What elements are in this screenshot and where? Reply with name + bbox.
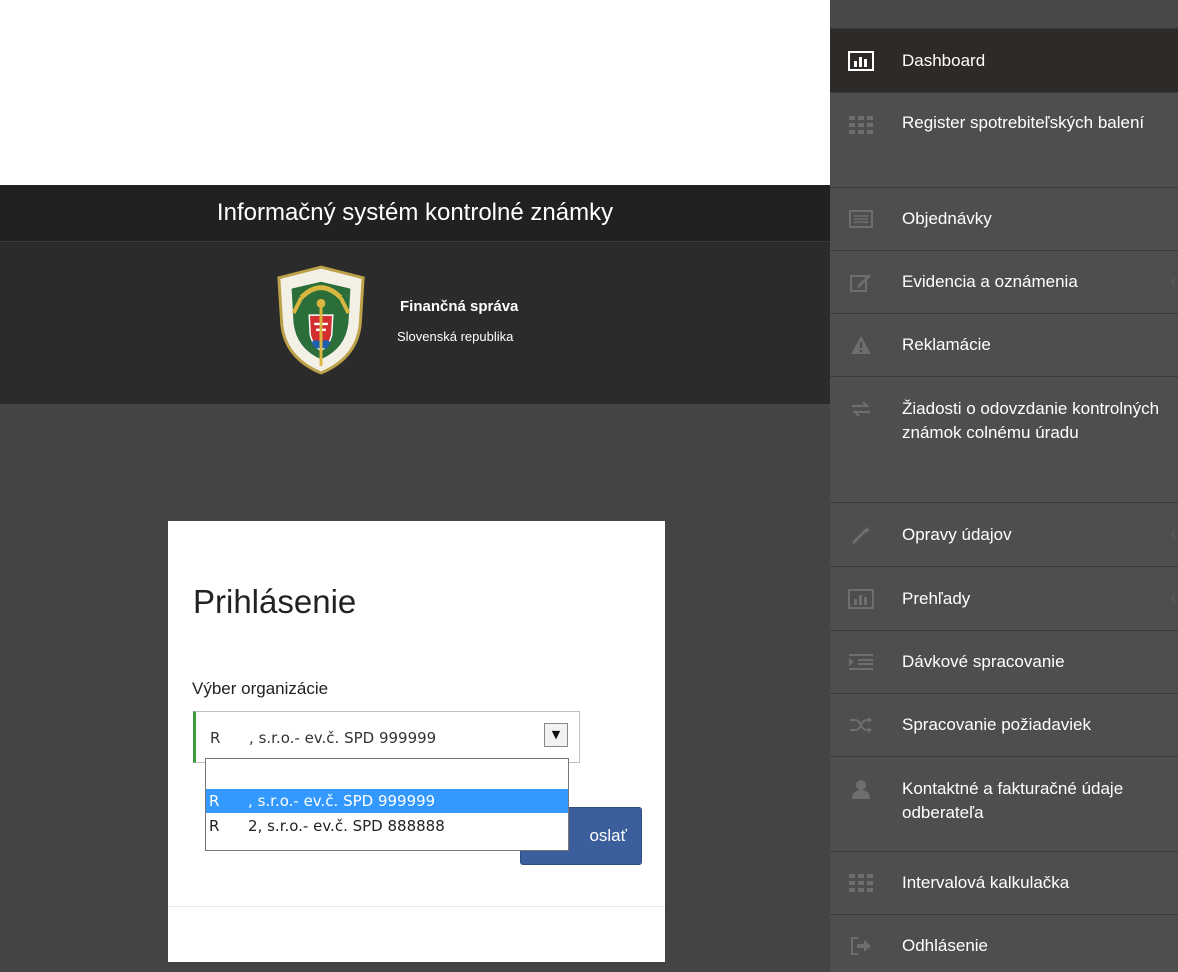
dropdown-option-empty[interactable] bbox=[206, 761, 568, 785]
indent-list-icon bbox=[846, 650, 876, 674]
edit-icon bbox=[846, 270, 876, 294]
sidebar-item-label: Prehľady bbox=[902, 589, 971, 608]
sidebar-item-register[interactable]: Register spotrebiteľských balení bbox=[830, 92, 1178, 187]
sidebar-item-orders[interactable]: Objednávky bbox=[830, 187, 1178, 250]
list-icon bbox=[846, 207, 876, 231]
sidebar-item-label: Spracovanie požiadaviek bbox=[902, 715, 1092, 734]
sidebar-item-request-processing[interactable]: Spracovanie požiadaviek bbox=[830, 693, 1178, 756]
organization-name: Finančná správa bbox=[400, 298, 519, 315]
sidebar-item-evidence[interactable]: Evidencia a oznámenia ‹ bbox=[830, 250, 1178, 313]
chevron-left-icon: ‹ bbox=[1170, 271, 1176, 290]
bar-chart-icon bbox=[846, 587, 876, 611]
sidebar-item-label: Intervalová kalkulačka bbox=[902, 873, 1070, 892]
bar-chart-icon bbox=[846, 49, 876, 73]
sidebar-item-overviews[interactable]: Prehľady ‹ bbox=[830, 566, 1178, 630]
sidebar-item-label: Objednávky bbox=[902, 209, 992, 228]
organization-dropdown-list[interactable]: R , s.r.o.- ev.č. SPD 999999 R 2, s.r.o.… bbox=[205, 758, 569, 851]
sidebar-item-label: Opravy údajov bbox=[902, 525, 1012, 544]
financna-sprava-crest-icon bbox=[277, 265, 365, 375]
sidebar-top-strip bbox=[830, 0, 1178, 28]
organization-select[interactable]: R , s.r.o.- ev.č. SPD 999999 ▼ bbox=[193, 711, 580, 763]
organization-select-value: R , s.r.o.- ev.č. SPD 999999 bbox=[210, 729, 437, 747]
app-title: Informačný systém kontrolné známky bbox=[216, 199, 614, 226]
grid-icon bbox=[846, 113, 876, 137]
dropdown-option[interactable]: R 2, s.r.o.- ev.č. SPD 888888 bbox=[206, 814, 568, 838]
login-title: Prihlásenie bbox=[193, 583, 357, 620]
sidebar-item-complaints[interactable]: Reklamácie bbox=[830, 313, 1178, 376]
shuffle-icon bbox=[846, 713, 876, 737]
dropdown-option[interactable]: R , s.r.o.- ev.č. SPD 999999 bbox=[206, 789, 568, 813]
sidebar-item-batch-processing[interactable]: Dávkové spracovanie bbox=[830, 630, 1178, 693]
sidebar-item-interval-calculator[interactable]: Intervalová kalkulačka bbox=[830, 851, 1178, 914]
sidebar-item-logout[interactable]: Odhlásenie bbox=[830, 914, 1178, 972]
warning-icon bbox=[846, 333, 876, 357]
sidebar-item-data-corrections[interactable]: Opravy údajov ‹ bbox=[830, 502, 1178, 566]
magic-wand-icon bbox=[846, 523, 876, 547]
sidebar-item-label: Reklamácie bbox=[902, 335, 991, 354]
transfer-icon bbox=[846, 397, 876, 421]
organization-country: Slovenská republika bbox=[397, 329, 514, 344]
grid-icon bbox=[846, 871, 876, 895]
user-icon bbox=[846, 777, 876, 801]
chevron-left-icon: ‹ bbox=[1170, 588, 1176, 607]
sidebar-item-label: Odhlásenie bbox=[902, 936, 989, 955]
card-divider bbox=[168, 906, 665, 907]
login-card: Prihlásenie Výber organizácie R , s.r.o.… bbox=[168, 521, 665, 962]
sidebar-item-label: Kontaktné a fakturačné údaje odberateľa bbox=[902, 779, 1124, 822]
sidebar-item-label: Evidencia a oznámenia bbox=[902, 272, 1078, 291]
sidebar-item-label: Dávkové spracovanie bbox=[902, 652, 1065, 671]
sidebar: Dashboard Register spotrebiteľských bale… bbox=[830, 0, 1178, 972]
logout-icon bbox=[846, 934, 876, 958]
app-header: Informačný systém kontrolné známky bbox=[0, 185, 830, 242]
organization-banner: Finančná správa Slovenská republika bbox=[0, 242, 830, 404]
dropdown-arrow-icon[interactable]: ▼ bbox=[544, 723, 568, 747]
sidebar-item-label: Register spotrebiteľských balení bbox=[902, 113, 1145, 132]
sidebar-item-requests-customs[interactable]: Žiadosti o odovzdanie kontrolných známok… bbox=[830, 376, 1178, 502]
chevron-left-icon: ‹ bbox=[1170, 524, 1176, 543]
sidebar-item-dashboard[interactable]: Dashboard bbox=[830, 28, 1178, 92]
sidebar-item-label: Dashboard bbox=[902, 51, 986, 70]
sidebar-item-label: Žiadosti o odovzdanie kontrolných známok… bbox=[902, 399, 1160, 442]
sidebar-item-customer-contacts[interactable]: Kontaktné a fakturačné údaje odberateľa bbox=[830, 756, 1178, 851]
organization-select-label: Výber organizácie bbox=[192, 679, 329, 698]
